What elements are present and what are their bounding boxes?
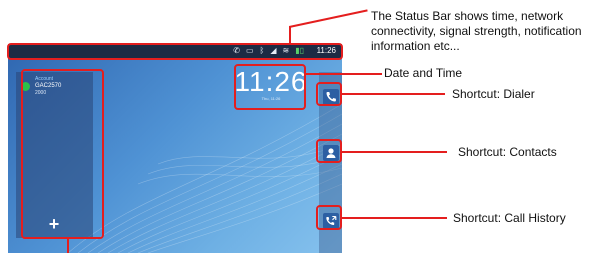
status-bar-pointer-diagonal: [289, 9, 368, 28]
call-history-pointer: [342, 217, 447, 219]
date-time-highlight: [234, 64, 306, 110]
status-bar-annotation: The Status Bar shows time, network conne…: [371, 9, 582, 53]
contacts-shortcut-highlight: [316, 139, 342, 163]
contacts-pointer: [342, 151, 447, 153]
status-bar-pointer-vertical: [289, 26, 291, 44]
dialer-annotation: Shortcut: Dialer: [452, 87, 535, 101]
date-time-pointer: [306, 73, 382, 75]
status-bar-highlight: [7, 43, 343, 60]
date-time-annotation: Date and Time: [384, 66, 463, 80]
account-panel-highlight: [21, 69, 104, 239]
call-history-shortcut-highlight: [316, 205, 342, 230]
account-panel-pointer: [67, 239, 69, 253]
dialer-pointer: [342, 93, 445, 95]
call-history-annotation: Shortcut: Call History: [453, 211, 566, 225]
dialer-shortcut-highlight: [316, 82, 342, 106]
contacts-annotation: Shortcut: Contacts: [458, 145, 557, 159]
